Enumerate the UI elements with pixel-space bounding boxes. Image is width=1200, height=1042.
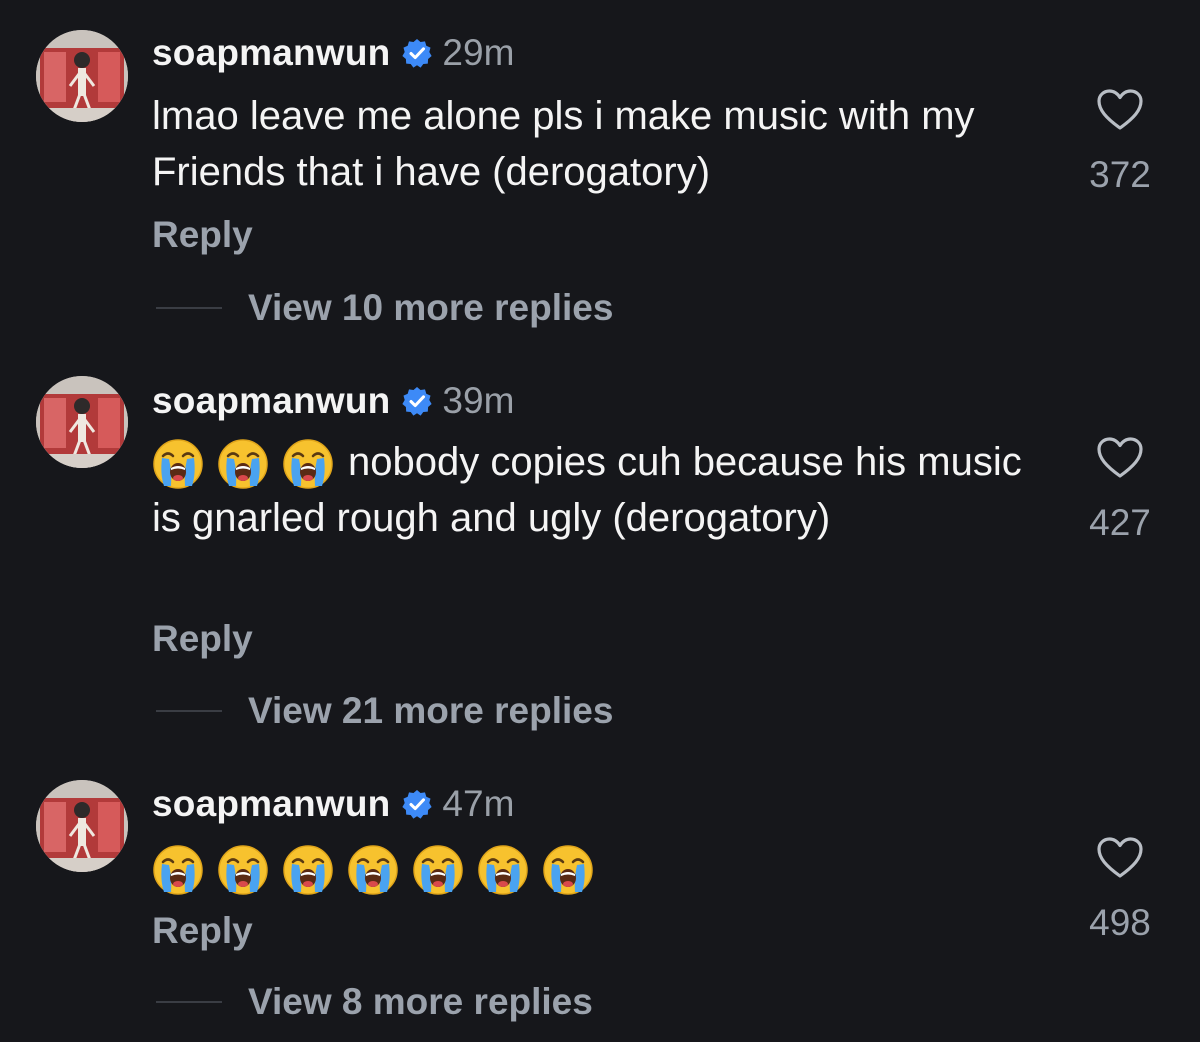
heart-outline-icon[interactable]: [1096, 436, 1144, 480]
loudly-crying-face-emoji: [282, 845, 334, 896]
view-more-replies-button[interactable]: View 8 more replies: [156, 980, 593, 1024]
timestamp: 29m: [442, 32, 515, 73]
reply-button[interactable]: Reply: [152, 618, 253, 660]
like-control[interactable]: 372: [1070, 88, 1170, 196]
username[interactable]: soapmanwun: [152, 380, 390, 422]
view-more-replies-label: View 8 more replies: [248, 981, 593, 1022]
reply-button[interactable]: Reply: [152, 214, 253, 256]
like-control[interactable]: 427: [1070, 436, 1170, 544]
loudly-crying-face-emoji: [282, 439, 334, 490]
comment-text: nobody copies cuh because his music is g…: [152, 434, 1052, 546]
like-control[interactable]: 498: [1070, 836, 1170, 944]
view-more-replies-label: View 10 more replies: [248, 287, 614, 328]
comment-text: [152, 840, 1052, 896]
loudly-crying-face-emoji: [152, 845, 204, 896]
verified-badge-icon: [402, 789, 433, 819]
reply-button[interactable]: Reply: [152, 910, 253, 952]
view-more-replies-label: View 21 more replies: [248, 690, 614, 731]
verified-badge-icon: [402, 386, 433, 416]
avatar[interactable]: [36, 30, 128, 122]
comment-header: soapmanwun 39m: [152, 376, 514, 426]
like-count: 498: [1089, 902, 1151, 943]
like-count: 427: [1089, 502, 1151, 543]
loudly-crying-face-emoji: [347, 845, 399, 896]
view-more-replies-button[interactable]: View 21 more replies: [156, 689, 613, 733]
verified-badge-icon: [402, 38, 433, 68]
comment-text: lmao leave me alone pls i make music wit…: [152, 88, 1052, 200]
avatar[interactable]: [36, 780, 128, 872]
comment-header: soapmanwun 29m: [152, 28, 514, 78]
emoji-group: [152, 438, 334, 490]
loudly-crying-face-emoji: [217, 439, 269, 490]
loudly-crying-face-emoji: [217, 845, 269, 896]
loudly-crying-face-emoji: [152, 439, 204, 490]
like-count: 372: [1089, 154, 1151, 195]
comment-text-content: lmao leave me alone pls i make music wit…: [152, 94, 975, 194]
view-more-replies-button[interactable]: View 10 more replies: [156, 286, 613, 330]
loudly-crying-face-emoji: [542, 845, 594, 896]
divider-line: [156, 1001, 222, 1003]
divider-line: [156, 710, 222, 712]
loudly-crying-face-emoji: [477, 845, 529, 896]
heart-outline-icon[interactable]: [1096, 88, 1144, 132]
avatar[interactable]: [36, 376, 128, 468]
heart-outline-icon[interactable]: [1096, 836, 1144, 880]
timestamp: 39m: [442, 380, 515, 421]
timestamp: 47m: [442, 783, 515, 824]
loudly-crying-face-emoji: [412, 845, 464, 896]
username[interactable]: soapmanwun: [152, 783, 390, 825]
username[interactable]: soapmanwun: [152, 32, 390, 74]
comment-header: soapmanwun 47m: [152, 779, 514, 829]
divider-line: [156, 307, 222, 309]
emoji-group: [152, 844, 594, 896]
